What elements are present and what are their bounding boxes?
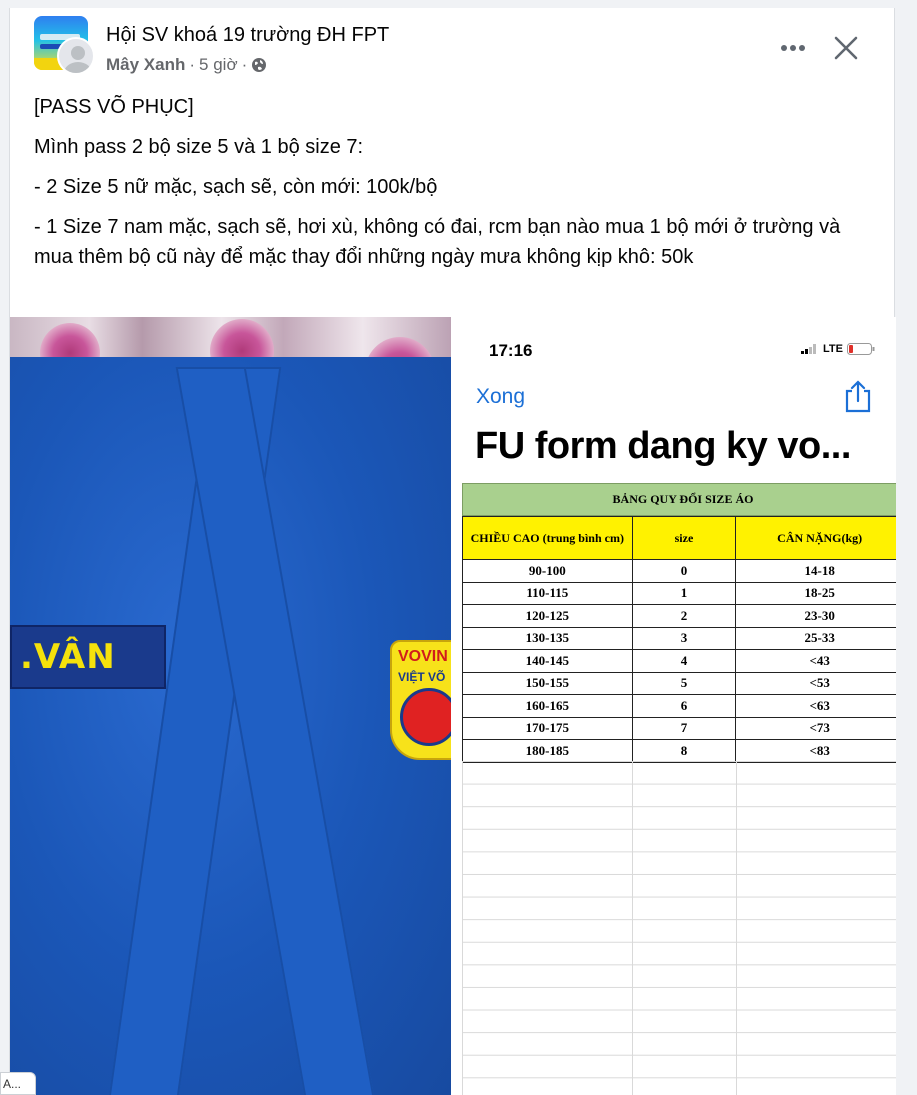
table-cell: 110-115 — [462, 581, 633, 605]
badge-text: VOVIN — [398, 648, 448, 665]
done-button[interactable]: Xong — [476, 385, 525, 409]
table-cell: 170-175 — [462, 716, 633, 740]
table-row: 170-175 7 <73 — [462, 716, 896, 740]
table-header: size — [631, 516, 737, 560]
author-name-link[interactable]: Mây Xanh — [106, 55, 185, 75]
table-row: 120-125 2 23-30 — [462, 604, 896, 628]
table-cell: 8 — [631, 739, 737, 763]
size-chart-screenshot[interactable]: 17:16 LTE Xong FU form dang ky vo... BẢN… — [453, 317, 896, 1095]
empty-spreadsheet-grid — [462, 761, 896, 1095]
table-cell: 25-33 — [735, 626, 896, 650]
post-timestamp[interactable]: 5 giờ — [199, 55, 238, 75]
table-header-row: CHIỀU CAO (trung bình cm) size CÂN NẶNG(… — [462, 516, 896, 560]
table-cell: 18-25 — [735, 581, 896, 605]
truncated-label[interactable]: A... — [0, 1072, 36, 1095]
table-cell: 23-30 — [735, 604, 896, 628]
form-title: FU form dang ky vo... — [475, 425, 851, 467]
table-cell: 0 — [631, 559, 737, 583]
group-name-link[interactable]: Hội SV khoá 19 trường ĐH FPT — [106, 24, 389, 47]
name-patch-prefix: . — [20, 637, 34, 677]
post-meta: Mây Xanh · 5 giờ · — [106, 55, 267, 75]
table-cell: <73 — [735, 716, 896, 740]
battery-icon — [846, 343, 875, 355]
post-text: [PASS VÕ PHỤC] Mình pass 2 bộ size 5 và … — [34, 92, 874, 282]
table-header: CÂN NẶNG(kg) — [735, 516, 896, 560]
globe-icon — [252, 58, 267, 72]
table-cell: <43 — [735, 649, 896, 673]
badge-emblem — [400, 688, 451, 746]
share-icon[interactable] — [843, 379, 873, 413]
table-cell: <63 — [735, 694, 896, 718]
grid-line — [736, 761, 737, 1095]
table-cell: 90-100 — [462, 559, 633, 583]
close-icon — [834, 36, 858, 60]
meta-separator: · — [241, 55, 248, 74]
default-avatar-body — [64, 62, 92, 73]
table-cell: 1 — [631, 581, 737, 605]
table-row: 140-145 4 <43 — [462, 649, 896, 673]
table-row: 90-100 0 14-18 — [462, 559, 896, 583]
table-row: 110-115 1 18-25 — [462, 581, 896, 605]
post-paragraph: - 2 Size 5 nữ mặc, sạch sẽ, còn mới: 100… — [34, 176, 438, 198]
grid-line — [632, 761, 633, 1095]
author-avatar[interactable] — [57, 37, 95, 75]
size-conversion-table: BẢNG QUY ĐỔI SIZE ÁO CHIỀU CAO (trung bì… — [462, 483, 896, 763]
post-paragraph: - 1 Size 7 nam mặc, sạch sẽ, hơi xù, khô… — [34, 216, 841, 268]
table-header: CHIỀU CAO (trung bình cm) — [462, 516, 633, 560]
vovinam-badge: VOVIN VIỆT VÕ — [390, 640, 451, 760]
table-cell: 3 — [631, 626, 737, 650]
uniform-photo[interactable]: . VÂN VOVIN VIỆT VÕ — [10, 317, 451, 1095]
table-row: 160-165 6 <63 — [462, 694, 896, 718]
table-cell: 4 — [631, 649, 737, 673]
table-cell: 5 — [631, 671, 737, 695]
table-row: 180-185 8 <83 — [462, 739, 896, 763]
name-patch-text: VÂN — [33, 637, 116, 677]
table-cell: 150-155 — [462, 671, 633, 695]
network-label: LTE — [823, 343, 843, 355]
table-cell: 120-125 — [462, 604, 633, 628]
more-dots-icon — [781, 45, 805, 51]
name-patch: . VÂN — [10, 625, 166, 689]
post-paragraph: Mình pass 2 bộ size 5 và 1 bộ size 7: — [34, 136, 364, 158]
top-strip — [0, 0, 917, 8]
post-paragraph: [PASS VÕ PHỤC] — [34, 96, 194, 118]
meta-separator: · — [189, 55, 196, 74]
table-title: BẢNG QUY ĐỔI SIZE ÁO — [462, 483, 896, 516]
table-cell: 7 — [631, 716, 737, 740]
post-card: Hội SV khoá 19 trường ĐH FPT Mây Xanh · … — [9, 8, 896, 1095]
close-button[interactable] — [828, 30, 864, 66]
table-row: 130-135 3 25-33 — [462, 626, 896, 650]
status-time: 17:16 — [489, 341, 533, 360]
table-cell: 160-165 — [462, 694, 633, 718]
default-avatar-head — [71, 46, 85, 60]
table-cell: <53 — [735, 671, 896, 695]
table-cell: <83 — [735, 739, 896, 763]
table-cell: 140-145 — [462, 649, 633, 673]
table-row: 150-155 5 <53 — [462, 671, 896, 695]
table-cell: 2 — [631, 604, 737, 628]
table-cell: 14-18 — [735, 559, 896, 583]
table-cell: 180-185 — [462, 739, 633, 763]
table-cell: 6 — [631, 694, 737, 718]
signal-icon — [801, 344, 816, 354]
status-indicators: LTE — [801, 343, 875, 355]
badge-text: VIỆT VÕ — [398, 670, 446, 684]
more-options-button[interactable] — [775, 30, 811, 66]
table-cell: 130-135 — [462, 626, 633, 650]
